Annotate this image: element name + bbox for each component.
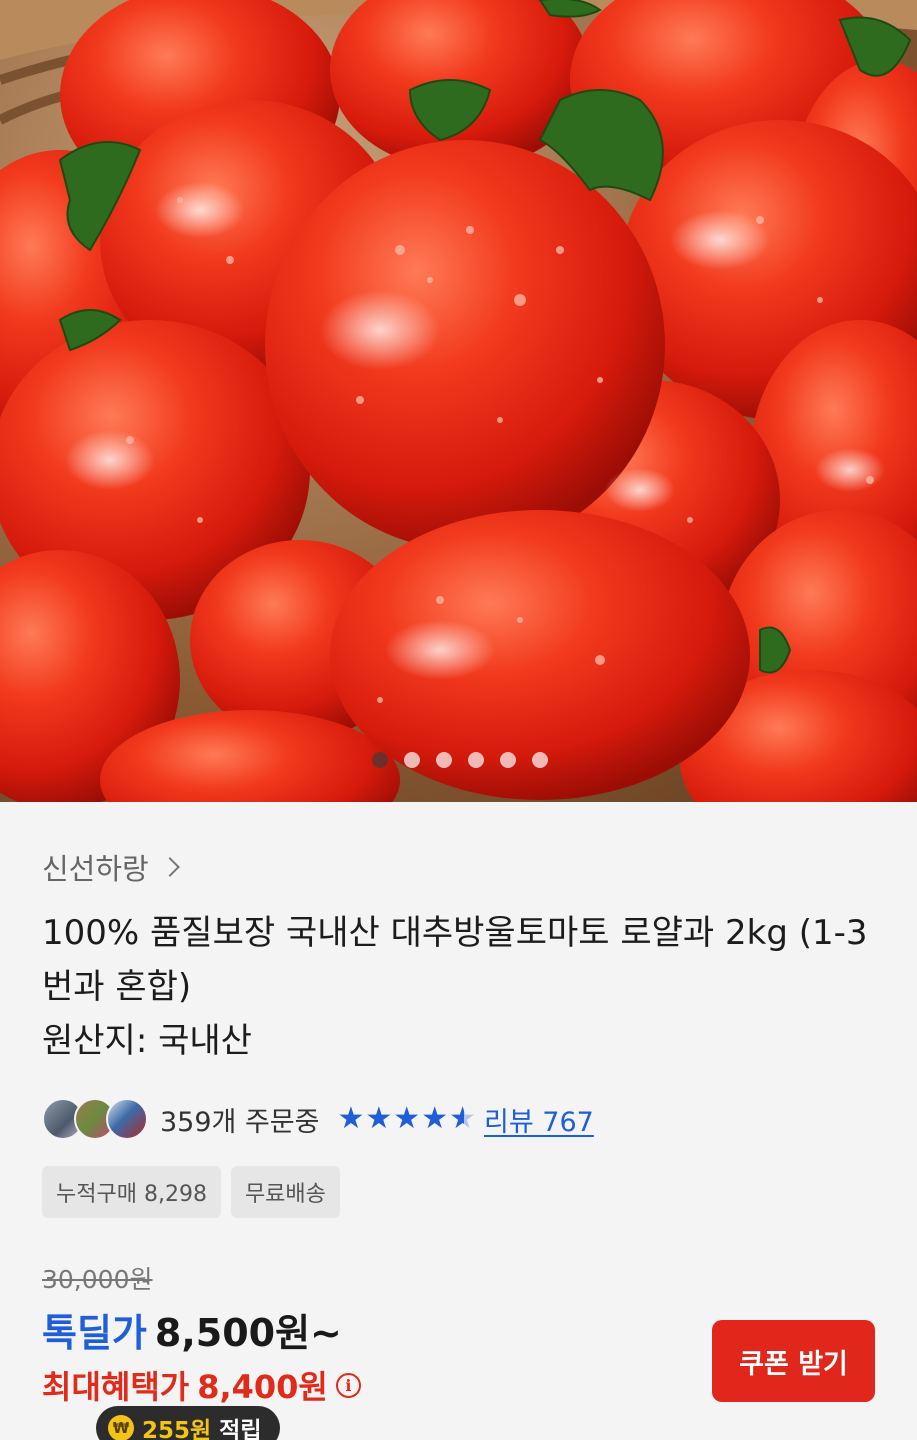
product-title: 100% 품질보장 국내산 대추방울토마토 로얄과 2kg (1-3번과 혼합) bbox=[42, 913, 868, 1007]
deal-price: 8,500원~ bbox=[154, 1311, 342, 1355]
tomato-photo bbox=[0, 0, 917, 802]
deal-label: 톡딜가 bbox=[42, 1311, 147, 1355]
points-badge: ₩ 255원 적립 bbox=[96, 1406, 280, 1440]
info-icon[interactable]: i bbox=[335, 1372, 361, 1398]
review-link[interactable]: 리뷰 767 bbox=[484, 1100, 594, 1139]
carousel-dot[interactable] bbox=[467, 752, 484, 768]
carousel-indicator[interactable] bbox=[0, 752, 917, 768]
max-benefit-row: 최대혜택가 8,400원 i bbox=[42, 1362, 361, 1408]
carousel-dot[interactable] bbox=[435, 752, 452, 768]
rating-stars: ★ ★ ★ ★ ★ bbox=[337, 1104, 476, 1134]
cumulative-purchase-badge: 누적구매 8,298 bbox=[42, 1166, 221, 1218]
avatar bbox=[106, 1098, 148, 1140]
carousel-dot[interactable] bbox=[499, 752, 516, 768]
original-price: 30,000원 bbox=[42, 1265, 153, 1294]
star-icon: ★ bbox=[337, 1101, 365, 1136]
carousel-dot[interactable] bbox=[371, 752, 388, 768]
points-amount: 255원 bbox=[142, 1418, 212, 1440]
chevron-right-icon bbox=[159, 857, 180, 877]
buyer-avatars bbox=[42, 1098, 152, 1140]
star-icon: ★ bbox=[393, 1101, 421, 1136]
seller-link[interactable]: 신선하랑 bbox=[42, 846, 180, 888]
social-proof-row: 359개 주문중 ★ ★ ★ ★ ★ 리뷰 767 bbox=[42, 1098, 594, 1140]
points-label: 적립 bbox=[219, 1418, 262, 1440]
carousel-dot[interactable] bbox=[531, 752, 548, 768]
get-coupon-button[interactable]: 쿠폰 받기 bbox=[712, 1320, 875, 1402]
product-image-carousel[interactable] bbox=[0, 0, 917, 802]
seller-name: 신선하랑 bbox=[42, 852, 149, 886]
max-benefit-label: 최대혜택가 bbox=[42, 1368, 190, 1406]
star-icon: ★ bbox=[365, 1101, 393, 1136]
half-star-icon: ★ bbox=[449, 1101, 477, 1136]
product-origin: 원산지: 국내산 bbox=[42, 1021, 252, 1061]
carousel-dot[interactable] bbox=[403, 752, 420, 768]
product-info-panel: 신선하랑 100% 품질보장 국내산 대추방울토마토 로얄과 2kg (1-3번… bbox=[0, 802, 917, 1440]
orders-count: 359개 주문중 bbox=[160, 1106, 320, 1138]
deal-price-row: 톡딜가 8,500원~ bbox=[42, 1302, 342, 1357]
won-coin-icon: ₩ bbox=[108, 1415, 134, 1440]
star-icon: ★ bbox=[421, 1101, 449, 1136]
badge-row: 누적구매 8,298 무료배송 bbox=[42, 1166, 340, 1218]
max-benefit-price: 8,400원 bbox=[197, 1368, 328, 1406]
free-shipping-badge: 무료배송 bbox=[230, 1166, 340, 1218]
